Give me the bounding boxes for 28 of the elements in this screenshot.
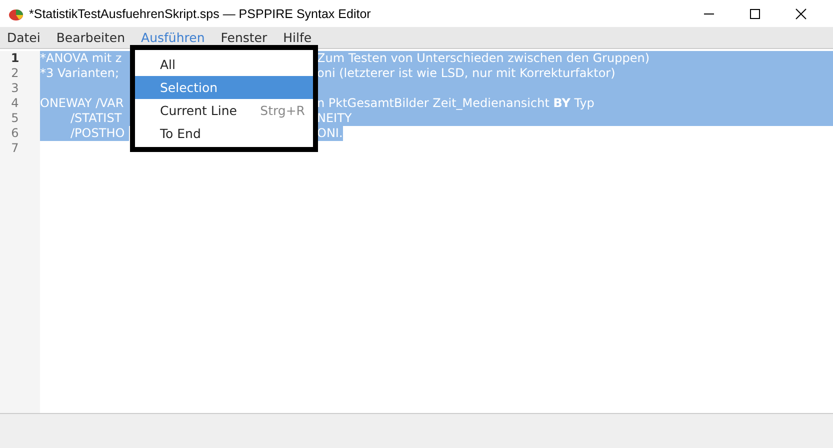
menu-item[interactable]: Fenster [220, 30, 268, 45]
shortcut-text: Strg+R [260, 103, 305, 118]
code-text: oni (letzterer ist wie LSD, nur mit Korrekturfaktor) [317, 66, 616, 81]
code-text: ONEWAY /VAR [40, 96, 125, 111]
line-number: 4 [10, 96, 20, 111]
menu-item[interactable]: Datei [7, 30, 40, 45]
window-title: *StatistikTestAusfuehrenSkript.sps — PSPPIRE Syntax Editor [29, 6, 372, 20]
code-text: ONI. [317, 126, 343, 141]
code-text: *ANOVA mit z [40, 51, 123, 66]
close-icon[interactable] [795, 8, 807, 20]
line-number: 5 [10, 111, 20, 126]
maximize-icon[interactable] [749, 8, 761, 20]
menu-item[interactable]: Hilfe [283, 30, 312, 45]
line-number: 3 [10, 81, 20, 96]
code-text: Zum Testen von Unterschieden zwischen den Gruppen) [317, 51, 650, 66]
code-text: /POSTHO [40, 126, 129, 141]
menu-item[interactable]: Bearbeiten [56, 30, 126, 45]
line-number: 6 [10, 126, 20, 141]
code-text: /STATIST [70, 111, 123, 126]
code-text: n PktGesamtBilder Zeit_Medienansicht BY Typ [317, 96, 594, 111]
dropdown-item[interactable]: To End [135, 122, 313, 145]
code-text: NEITY [317, 111, 352, 126]
dropdown-item[interactable]: Current Line Strg+R [135, 99, 313, 122]
code-text: *3 Varianten; [40, 66, 120, 81]
dropdown-item[interactable]: All [135, 53, 313, 76]
line-number: 7 [10, 141, 20, 156]
line-number: 1 [10, 51, 20, 66]
line-number: 2 [10, 66, 20, 81]
